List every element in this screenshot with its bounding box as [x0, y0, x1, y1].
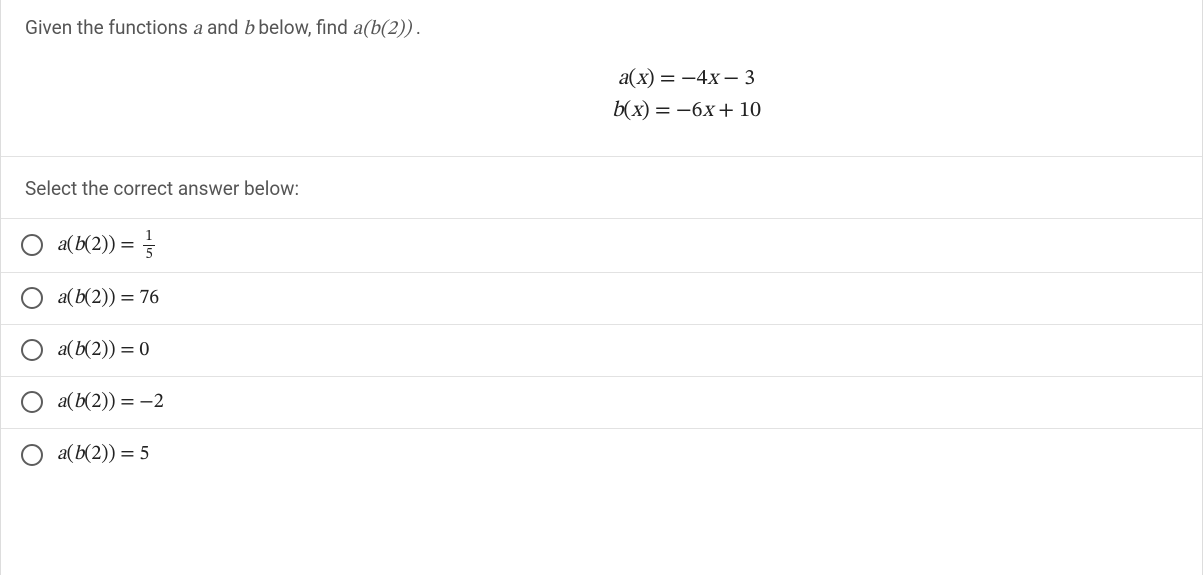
question-container: Given the functions a and b below, find …	[0, 0, 1203, 575]
select-prompt: Select the correct answer below:	[1, 157, 1202, 219]
equations: a(x) = −4x − 3 b(x) = −6x + 10	[25, 64, 1178, 128]
option-5[interactable]: a(b(2)) = 5	[1, 429, 1202, 481]
option-3[interactable]: a(b(2)) = 0	[1, 325, 1202, 377]
radio-icon[interactable]	[21, 339, 43, 361]
option-4[interactable]: a(b(2)) = −2	[1, 377, 1202, 429]
question-mid1: and	[207, 16, 243, 39]
question-expr: a(b(2))	[353, 19, 412, 39]
equation-a: a(x) = −4x − 3	[195, 64, 1178, 96]
question-suffix: .	[416, 16, 421, 39]
option-3-text: a(b(2)) = 0	[57, 338, 149, 363]
fraction: 1 5	[143, 229, 154, 262]
question-mid2: below, find	[258, 16, 352, 39]
equation-b: b(x) = −6x + 10	[195, 96, 1178, 128]
question-text: Given the functions a and b below, find …	[25, 16, 1178, 42]
var-b: b	[243, 19, 253, 39]
radio-icon[interactable]	[21, 391, 43, 413]
radio-icon[interactable]	[21, 444, 43, 466]
fraction-num: 1	[143, 229, 154, 246]
radio-icon[interactable]	[21, 234, 43, 256]
var-a: a	[193, 19, 203, 39]
option-5-text: a(b(2)) = 5	[57, 442, 149, 467]
option-1[interactable]: a(b(2)) = 1 5	[1, 219, 1202, 273]
fraction-den: 5	[143, 246, 154, 262]
options-list: a(b(2)) = 1 5 a(b(2)) = 76 a(b(2)) = 0 a…	[1, 219, 1202, 481]
radio-icon[interactable]	[21, 287, 43, 309]
option-1-text: a(b(2)) = 1 5	[57, 229, 155, 262]
option-2-text: a(b(2)) = 76	[57, 286, 159, 311]
option-4-text: a(b(2)) = −2	[57, 390, 164, 415]
question-block: Given the functions a and b below, find …	[1, 0, 1202, 157]
question-prefix: Given the functions	[25, 16, 193, 39]
option-2[interactable]: a(b(2)) = 76	[1, 273, 1202, 325]
